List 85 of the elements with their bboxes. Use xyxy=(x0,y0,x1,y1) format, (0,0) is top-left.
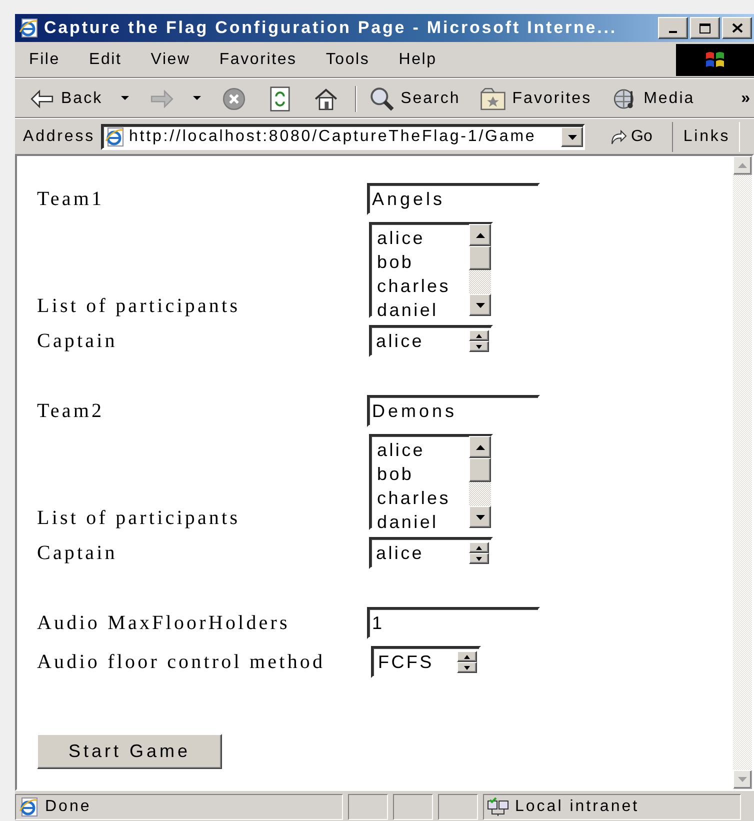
favorites-button[interactable]: Favorites xyxy=(476,84,596,114)
captain-label: Captain xyxy=(37,542,118,564)
status-panel xyxy=(393,794,433,820)
list-option[interactable]: bob xyxy=(377,462,469,486)
close-button[interactable] xyxy=(722,17,752,39)
up-triangle-icon xyxy=(476,546,482,550)
up-triangle-icon xyxy=(476,334,482,338)
menu-item[interactable]: File xyxy=(25,48,64,72)
up-triangle-icon xyxy=(738,163,747,168)
search-button[interactable]: Search xyxy=(364,84,464,114)
team-name-field[interactable]: Demons xyxy=(367,395,540,427)
address-field[interactable]: http://localhost:8080/CaptureTheFlag-1/Game xyxy=(101,124,585,150)
max-floor-holders-field[interactable]: 1 xyxy=(367,607,540,639)
down-triangle-icon xyxy=(738,777,747,782)
network-icon xyxy=(487,797,509,817)
stop-icon xyxy=(220,86,247,112)
captain-label: Captain xyxy=(37,330,118,352)
team-label: Team2 xyxy=(37,400,106,422)
list-option[interactable]: charles xyxy=(377,274,469,298)
down-triangle-icon xyxy=(476,514,484,520)
caret-icon[interactable] xyxy=(192,96,201,101)
up-triangle-icon xyxy=(464,654,470,658)
dropdown-button[interactable] xyxy=(561,127,583,147)
start-game-button[interactable]: Start Game xyxy=(37,734,222,769)
page-icon xyxy=(19,797,39,817)
menu-item[interactable]: Favorites xyxy=(215,48,301,72)
menu-item[interactable]: View xyxy=(146,48,194,72)
captain-select[interactable]: alice xyxy=(369,325,493,357)
scroll-thumb[interactable] xyxy=(469,458,491,482)
maximize-button[interactable] xyxy=(690,17,720,39)
more-chevron[interactable]: » xyxy=(741,90,750,108)
participants-label: List of participants xyxy=(37,507,242,530)
scroll-down-button[interactable] xyxy=(469,294,491,316)
captain-select[interactable]: alice xyxy=(369,537,493,569)
team-label: Team1 xyxy=(37,188,106,210)
participants-listbox[interactable]: alice bob charles daniel xyxy=(369,434,493,530)
spin-arrows[interactable] xyxy=(457,651,477,673)
team-name-field[interactable]: Angels xyxy=(367,183,540,215)
down-triangle-icon xyxy=(476,556,482,560)
list-option[interactable]: alice xyxy=(377,226,469,250)
status-panel xyxy=(438,794,478,820)
scroll-down-button[interactable] xyxy=(469,506,491,528)
search-icon xyxy=(368,86,395,112)
list-option[interactable]: bob xyxy=(377,250,469,274)
go-button[interactable]: Go xyxy=(605,126,656,148)
menu-item[interactable]: Help xyxy=(394,48,441,72)
menu-item[interactable]: Tools xyxy=(322,48,374,72)
down-triangle-icon xyxy=(476,344,482,348)
media-button[interactable]: Media xyxy=(608,84,699,114)
star-folder-icon xyxy=(480,86,506,112)
down-triangle-icon xyxy=(476,302,484,308)
participants-label: List of participants xyxy=(37,295,242,318)
caret-icon xyxy=(568,134,576,140)
spin-arrows[interactable] xyxy=(469,542,489,564)
up-triangle-icon xyxy=(476,444,484,450)
address-label: Address xyxy=(23,128,95,146)
browser-icon xyxy=(19,18,39,38)
participants-listbox[interactable]: alice bob charles daniel xyxy=(369,222,493,318)
list-option[interactable]: charles xyxy=(377,486,469,510)
window-title: Capture the Flag Configuration Page - Microsoft Interne... xyxy=(44,18,618,38)
floor-control-select[interactable]: FCFS xyxy=(371,646,481,678)
scroll-up-button[interactable] xyxy=(469,436,491,458)
status-panel xyxy=(348,794,388,820)
zone-text: Local intranet xyxy=(515,798,640,816)
list-scrollbar[interactable] xyxy=(469,224,491,316)
list-scrollbar[interactable] xyxy=(469,436,491,528)
scroll-thumb[interactable] xyxy=(469,246,491,270)
caret-icon[interactable] xyxy=(120,96,129,101)
maximize-icon xyxy=(699,22,711,34)
back-button[interactable]: Back xyxy=(25,84,133,114)
page-icon xyxy=(105,127,125,147)
spin-arrows[interactable] xyxy=(469,330,489,352)
close-icon xyxy=(732,23,742,33)
floor-control-label: Audio floor control method xyxy=(37,650,326,674)
max-floor-holders-label: Audio MaxFloorHolders xyxy=(37,612,291,634)
links-button[interactable]: Links xyxy=(672,122,740,152)
minimize-icon xyxy=(669,31,677,33)
go-arrow-icon xyxy=(609,128,627,146)
scroll-up-button[interactable] xyxy=(469,224,491,246)
status-text: Done xyxy=(45,798,92,816)
up-triangle-icon xyxy=(476,232,484,238)
minimize-button[interactable] xyxy=(658,17,688,39)
list-option[interactable]: alice xyxy=(377,438,469,462)
menu-item[interactable]: Edit xyxy=(84,48,126,72)
down-triangle-icon xyxy=(464,666,470,670)
